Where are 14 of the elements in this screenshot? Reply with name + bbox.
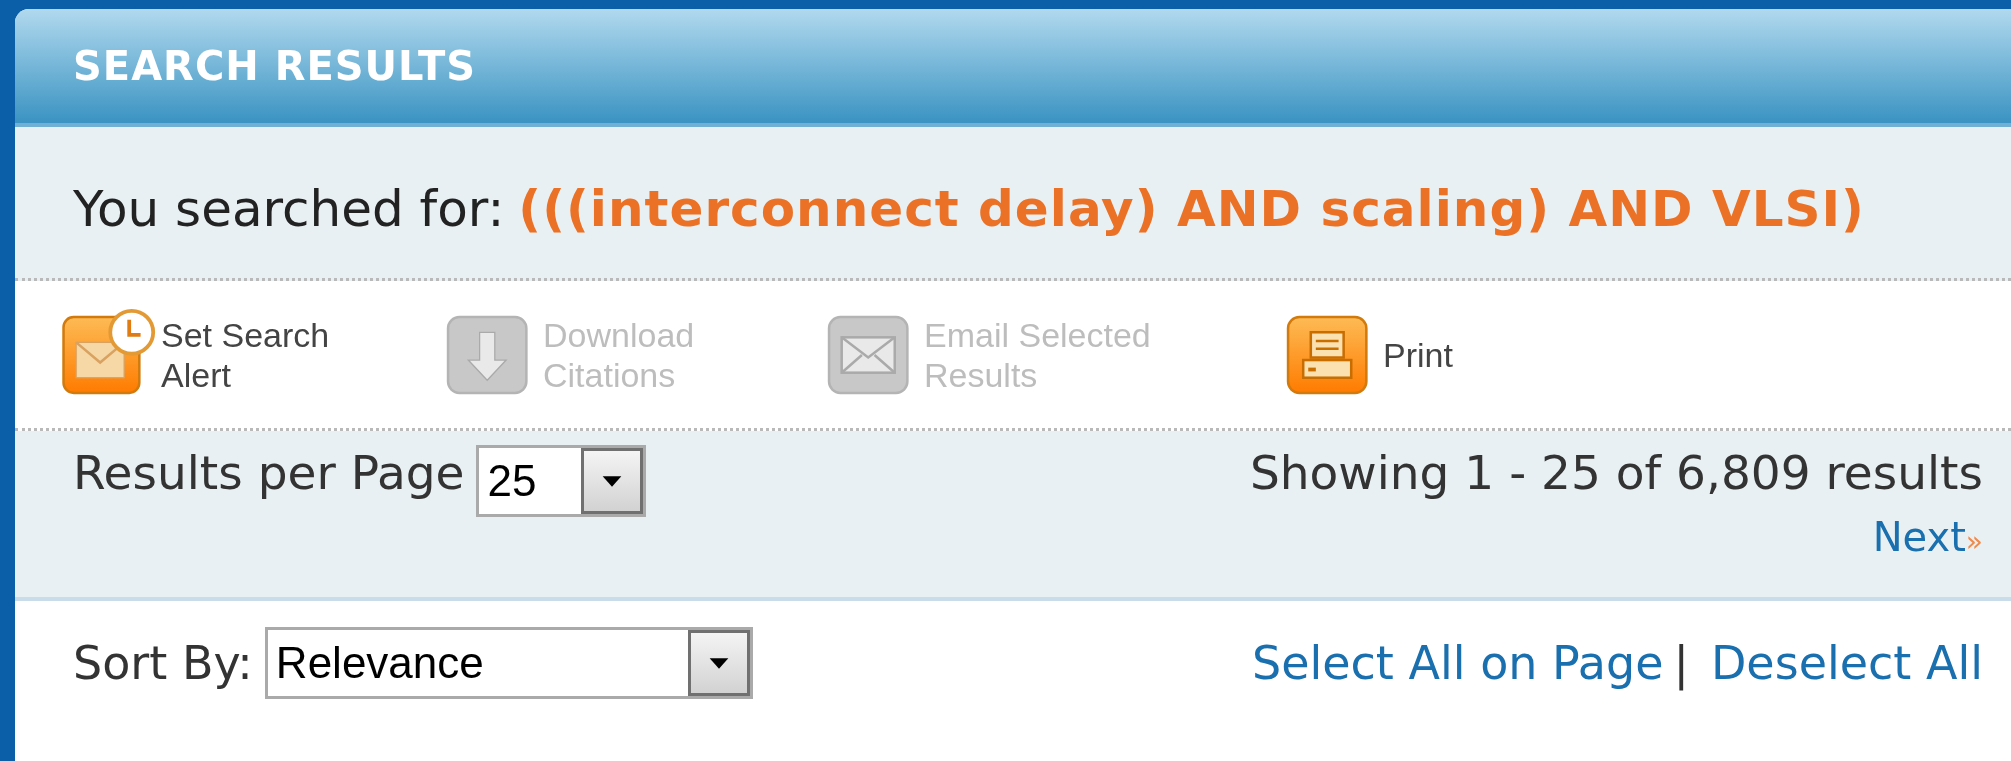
sort-select[interactable]: Relevance: [264, 627, 753, 699]
results-count: Showing 1 - 25 of 6,809 results: [1249, 445, 1983, 500]
separator: |: [1673, 636, 1689, 690]
deselect-all-link[interactable]: Deselect All: [1710, 636, 1983, 690]
select-all-link[interactable]: Select All on Page: [1252, 636, 1664, 690]
query-text: (((interconnect delay) AND scaling) AND VLSI): [518, 179, 1865, 238]
toolbar-button[interactable]: Print: [1283, 306, 1453, 403]
query-label: You searched for:: [73, 179, 505, 238]
sort-label: Sort By:: [73, 636, 253, 690]
per-page-label: Results per Page: [73, 445, 465, 500]
panel-title: SEARCH RESULTS: [73, 43, 477, 89]
next-link[interactable]: Next»: [1872, 514, 1983, 560]
toolbar-button[interactable]: Set Search Alert: [61, 306, 406, 403]
per-page-select[interactable]: 25: [476, 445, 647, 517]
